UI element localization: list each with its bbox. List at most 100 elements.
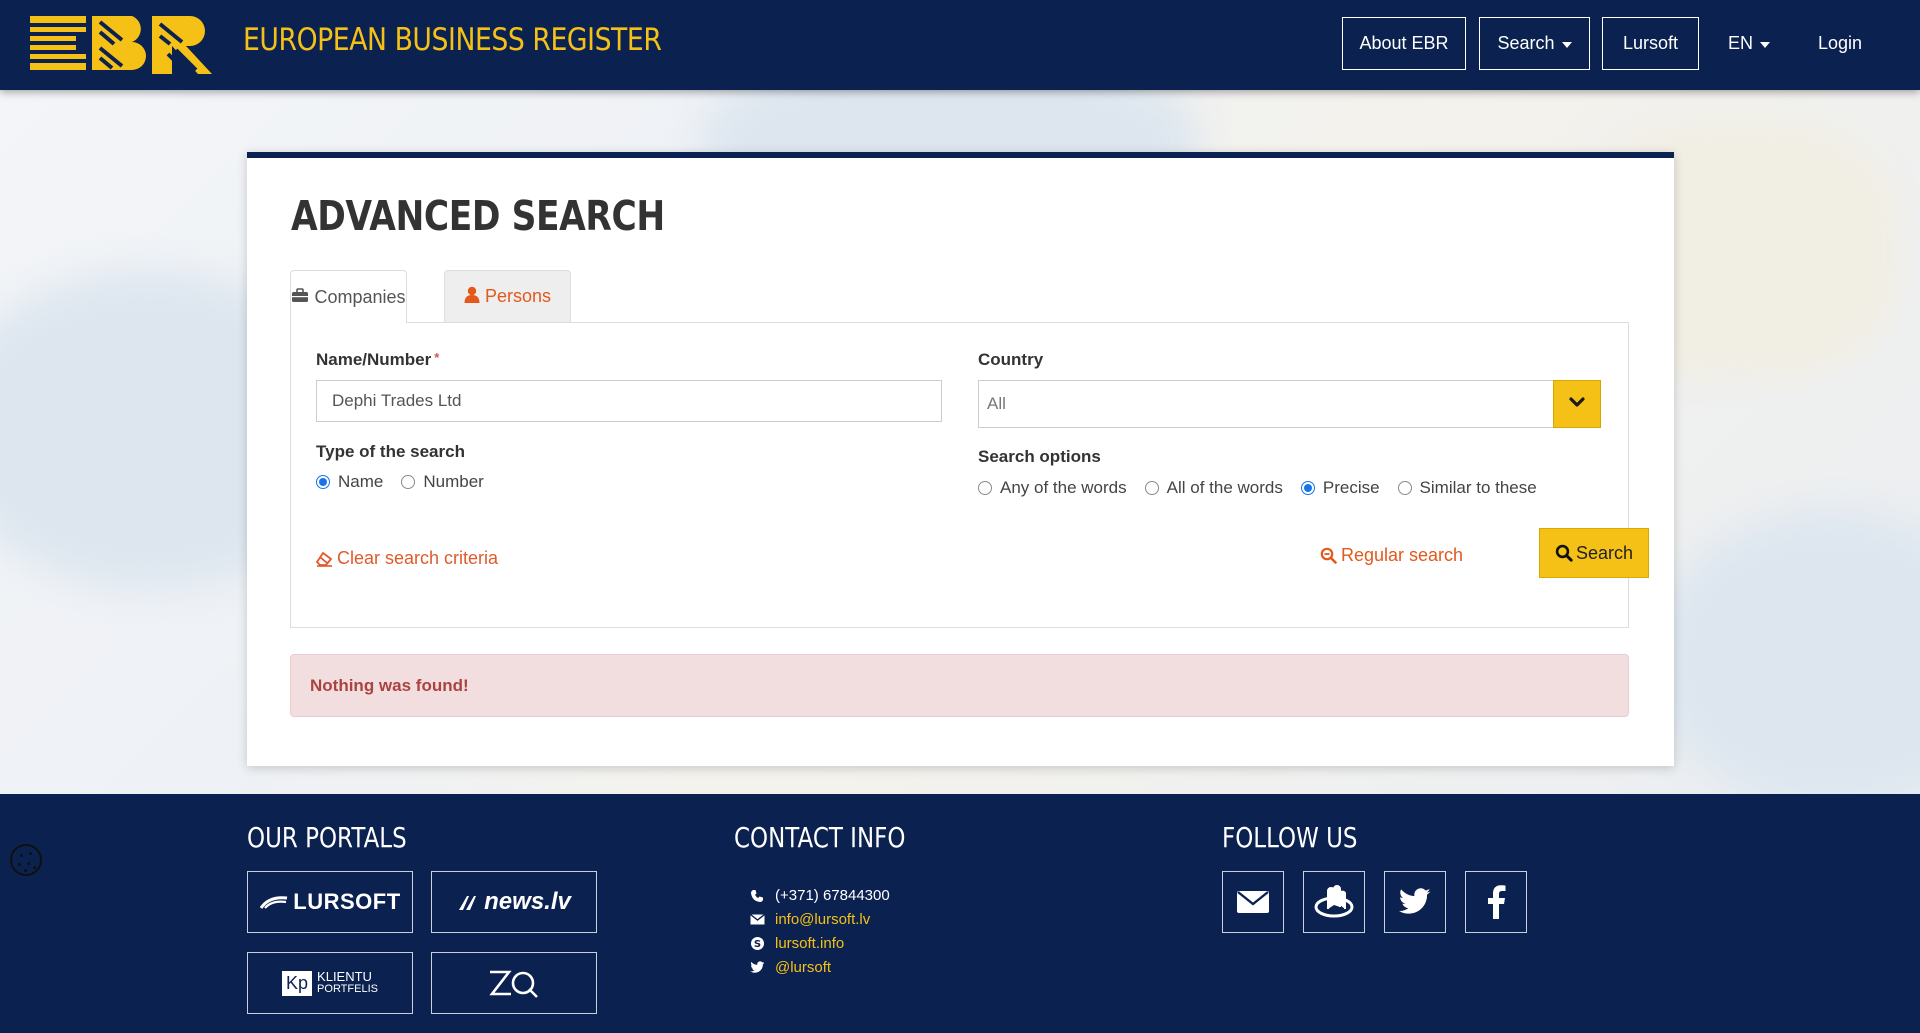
name-number-input[interactable]: Dephi Trades Ltd <box>316 380 942 422</box>
contact-skype[interactable]: S lursoft.info <box>749 935 844 952</box>
required-mark: * <box>434 350 440 365</box>
nav-search-label: Search <box>1497 33 1555 53</box>
facebook-icon <box>1486 885 1506 919</box>
nav-about-button[interactable]: About EBR <box>1342 17 1466 70</box>
portals-heading: OUR PORTALS <box>247 821 407 854</box>
country-dropdown-button[interactable] <box>1553 380 1601 428</box>
svg-text:S: S <box>753 939 760 950</box>
radio-similar-label: Similar to these <box>1419 478 1537 497</box>
search-form: Name/Number * Dephi Trades Ltd Type of th… <box>290 322 1649 628</box>
phone-icon <box>749 888 765 904</box>
portal-zq[interactable] <box>431 952 597 1014</box>
no-results-alert: Nothing was found! <box>290 654 1629 717</box>
contact-email[interactable]: info@lursoft.lv <box>749 911 870 928</box>
social-twitter-button[interactable] <box>1384 871 1446 933</box>
language-dropdown[interactable]: EN <box>1715 17 1783 70</box>
advanced-search-panel: ADVANCED SEARCH Companies Persons Name/N… <box>247 152 1674 766</box>
login-link[interactable]: Login <box>1804 17 1876 70</box>
social-draugiem-button[interactable] <box>1303 871 1365 933</box>
user-icon <box>464 286 480 308</box>
radio-all-words-label: All of the words <box>1166 478 1283 497</box>
portal-lursoft[interactable]: LURSOFT <box>247 871 413 933</box>
regular-search-link[interactable]: Regular search <box>1320 545 1463 566</box>
nav-about-label: About EBR <box>1359 33 1449 53</box>
radio-button[interactable] <box>1397 481 1412 495</box>
radio-precise[interactable]: Precise <box>1300 478 1380 498</box>
social-mail-button[interactable] <box>1222 871 1284 933</box>
contact-skype-text: lursoft.info <box>775 935 845 952</box>
eraser-icon <box>316 551 333 567</box>
skype-icon: S <box>749 936 765 952</box>
draugiem-icon <box>1312 883 1356 921</box>
top-header: EUROPEAN BUSINESS REGISTER About EBR Sea… <box>0 0 1920 90</box>
zq-logo-icon <box>487 968 541 998</box>
login-label: Login <box>1817 33 1863 53</box>
brand-title[interactable]: EUROPEAN BUSINESS REGISTER <box>243 22 662 58</box>
clear-search-link[interactable]: Clear search criteria <box>316 548 498 569</box>
radio-precise-label: Precise <box>1322 478 1380 497</box>
search-button[interactable]: Search <box>1539 528 1649 578</box>
country-select[interactable]: All <box>978 380 1601 428</box>
ebr-logo[interactable] <box>30 14 214 76</box>
chevron-down-icon <box>1569 394 1585 414</box>
page-footer: OUR PORTALS LURSOFT news.lv Kp KLIENTU P… <box>0 794 1920 1033</box>
follow-heading: FOLLOW US <box>1222 821 1358 854</box>
tab-persons-label: Persons <box>484 286 552 306</box>
search-type-radio-group: Name Number <box>316 472 502 492</box>
regular-search-label: Regular search <box>1341 545 1464 565</box>
radio-all-words[interactable]: All of the words <box>1144 478 1283 498</box>
radio-button[interactable] <box>316 475 330 489</box>
radio-any-words-label: Any of the words <box>1000 478 1127 497</box>
twitter-icon <box>1398 888 1432 916</box>
search-icon <box>1555 544 1573 562</box>
radio-button[interactable] <box>978 481 992 495</box>
radio-any-words[interactable]: Any of the words <box>978 478 1127 498</box>
language-label: EN <box>1727 33 1753 53</box>
radio-button[interactable] <box>401 475 416 489</box>
contact-phone-text: (+371) 67844300 <box>775 887 890 904</box>
clear-search-label: Clear search criteria <box>337 548 499 568</box>
contact-twitter[interactable]: @lursoft <box>749 959 831 976</box>
kp-badge: Kp <box>282 970 313 996</box>
radio-button[interactable] <box>1300 481 1315 495</box>
country-selected-value: All <box>987 394 1006 413</box>
mail-icon <box>1236 890 1270 914</box>
portal-lursoft-label: LURSOFT <box>293 889 401 914</box>
twitter-icon <box>749 960 765 976</box>
search-button-label: Search <box>1575 542 1634 563</box>
contact-twitter-text: @lursoft <box>775 959 832 976</box>
lursoft-logo-icon <box>259 894 289 910</box>
radio-type-name-label: Name <box>338 472 384 491</box>
portal-newslv[interactable]: news.lv <box>431 871 597 933</box>
portal-kp-line1: KLIENTU <box>317 969 372 984</box>
cookie-icon[interactable] <box>10 844 42 876</box>
page-title: ADVANCED SEARCH <box>291 192 665 240</box>
search-options-label: Search options <box>978 447 1101 466</box>
name-number-label-text: Name/Number <box>316 350 432 369</box>
search-type-label: Type of the search <box>316 442 465 461</box>
contact-phone: (+371) 67844300 <box>749 887 890 904</box>
name-number-label: Name/Number * <box>316 350 439 370</box>
radio-type-name[interactable]: Name <box>316 472 383 492</box>
portal-newslv-label: news.lv <box>484 888 571 915</box>
portal-klientu-portfelis[interactable]: Kp KLIENTU PORTFELIS <box>247 952 413 1014</box>
search-options-radio-group: Any of the words All of the words Precis… <box>978 478 1555 498</box>
tab-companies-label: Companies <box>314 286 406 307</box>
chevron-down-icon <box>1561 41 1572 48</box>
radio-button[interactable] <box>1144 481 1159 495</box>
portal-kp-text: KLIENTU PORTFELIS <box>317 969 378 995</box>
country-label: Country <box>978 350 1044 369</box>
tab-companies[interactable]: Companies <box>290 270 407 323</box>
contact-heading: CONTACT INFO <box>734 821 906 854</box>
nav-lursoft-button[interactable]: Lursoft <box>1602 17 1699 70</box>
mail-icon <box>749 912 765 928</box>
contact-email-text: info@lursoft.lv <box>775 911 871 928</box>
chevron-down-icon <box>1760 41 1770 48</box>
tab-persons[interactable]: Persons <box>444 270 571 322</box>
radio-similar[interactable]: Similar to these <box>1397 478 1537 498</box>
radio-type-number[interactable]: Number <box>401 472 484 492</box>
nav-search-dropdown[interactable]: Search <box>1479 17 1590 70</box>
social-facebook-button[interactable] <box>1465 871 1527 933</box>
nav-lursoft-label: Lursoft <box>1622 33 1679 53</box>
newslv-logo-icon <box>457 892 481 912</box>
